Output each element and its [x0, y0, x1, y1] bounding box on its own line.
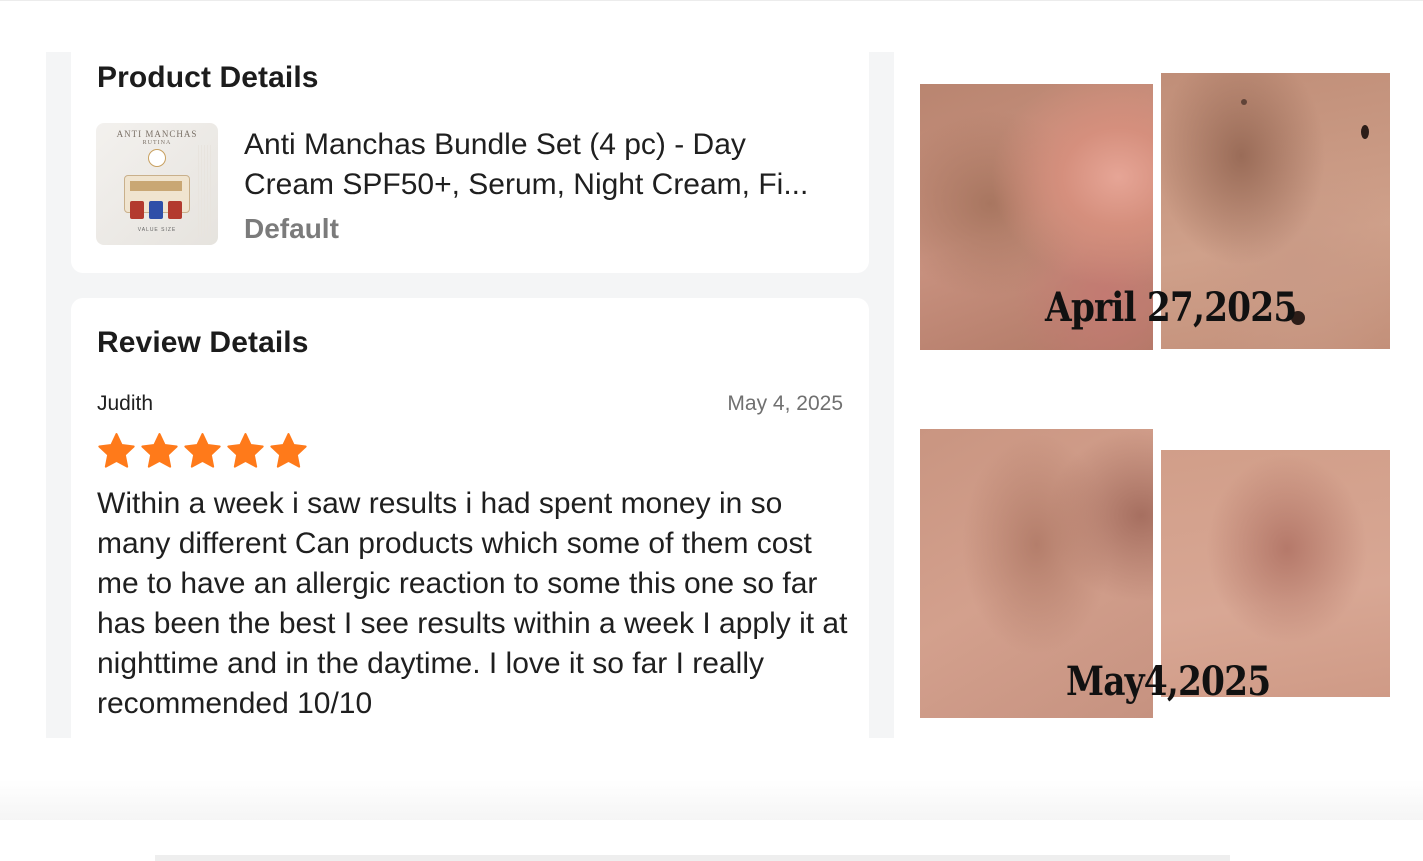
review-details-title: Review Details: [97, 326, 309, 359]
product-box-label: [130, 181, 182, 191]
product-thumbnail[interactable]: ANTI MANCHAS RUTINA VALUE SIZE: [96, 123, 218, 245]
product-variant: Default: [244, 213, 339, 244]
jar-icon: [130, 201, 144, 219]
decorative-stripes: [198, 145, 212, 237]
review-panel: Product Details ANTI MANCHAS RUTINA VALU…: [46, 52, 894, 738]
seal-icon: [148, 149, 166, 167]
star-icon: [141, 433, 178, 468]
jar-icon: [168, 201, 182, 219]
reviewer-name: Judith: [97, 392, 154, 415]
star-icon: [98, 433, 135, 468]
product-details-title: Product Details: [97, 61, 319, 94]
star-icon: [270, 433, 307, 468]
star-icon: [184, 433, 221, 468]
before-photo-caption: April 27,2025: [1045, 284, 1297, 331]
star-icon: [227, 433, 264, 468]
bottom-band: [0, 780, 1423, 820]
thumbnail-caption: VALUE SIZE: [137, 227, 177, 233]
product-details-card: Product Details ANTI MANCHAS RUTINA VALU…: [71, 52, 869, 273]
thumbnail-brand: ANTI MANCHAS: [116, 129, 198, 139]
top-divider: [0, 0, 1423, 1]
mole-mark: [1241, 99, 1247, 105]
review-details-card: Review Details Judith May 4, 2025 Within…: [71, 298, 869, 738]
mole-mark: [1361, 125, 1369, 139]
after-photo-caption: May4,2025: [1066, 658, 1271, 705]
product-name[interactable]: Anti Manchas Bundle Set (4 pc) - Day Cre…: [244, 125, 844, 205]
jar-icon: [149, 201, 163, 219]
bottom-divider: [155, 855, 1230, 861]
review-text: Within a week i saw results i had spent …: [97, 487, 848, 720]
review-date: May 4, 2025: [727, 392, 843, 415]
star-rating: [95, 431, 310, 471]
